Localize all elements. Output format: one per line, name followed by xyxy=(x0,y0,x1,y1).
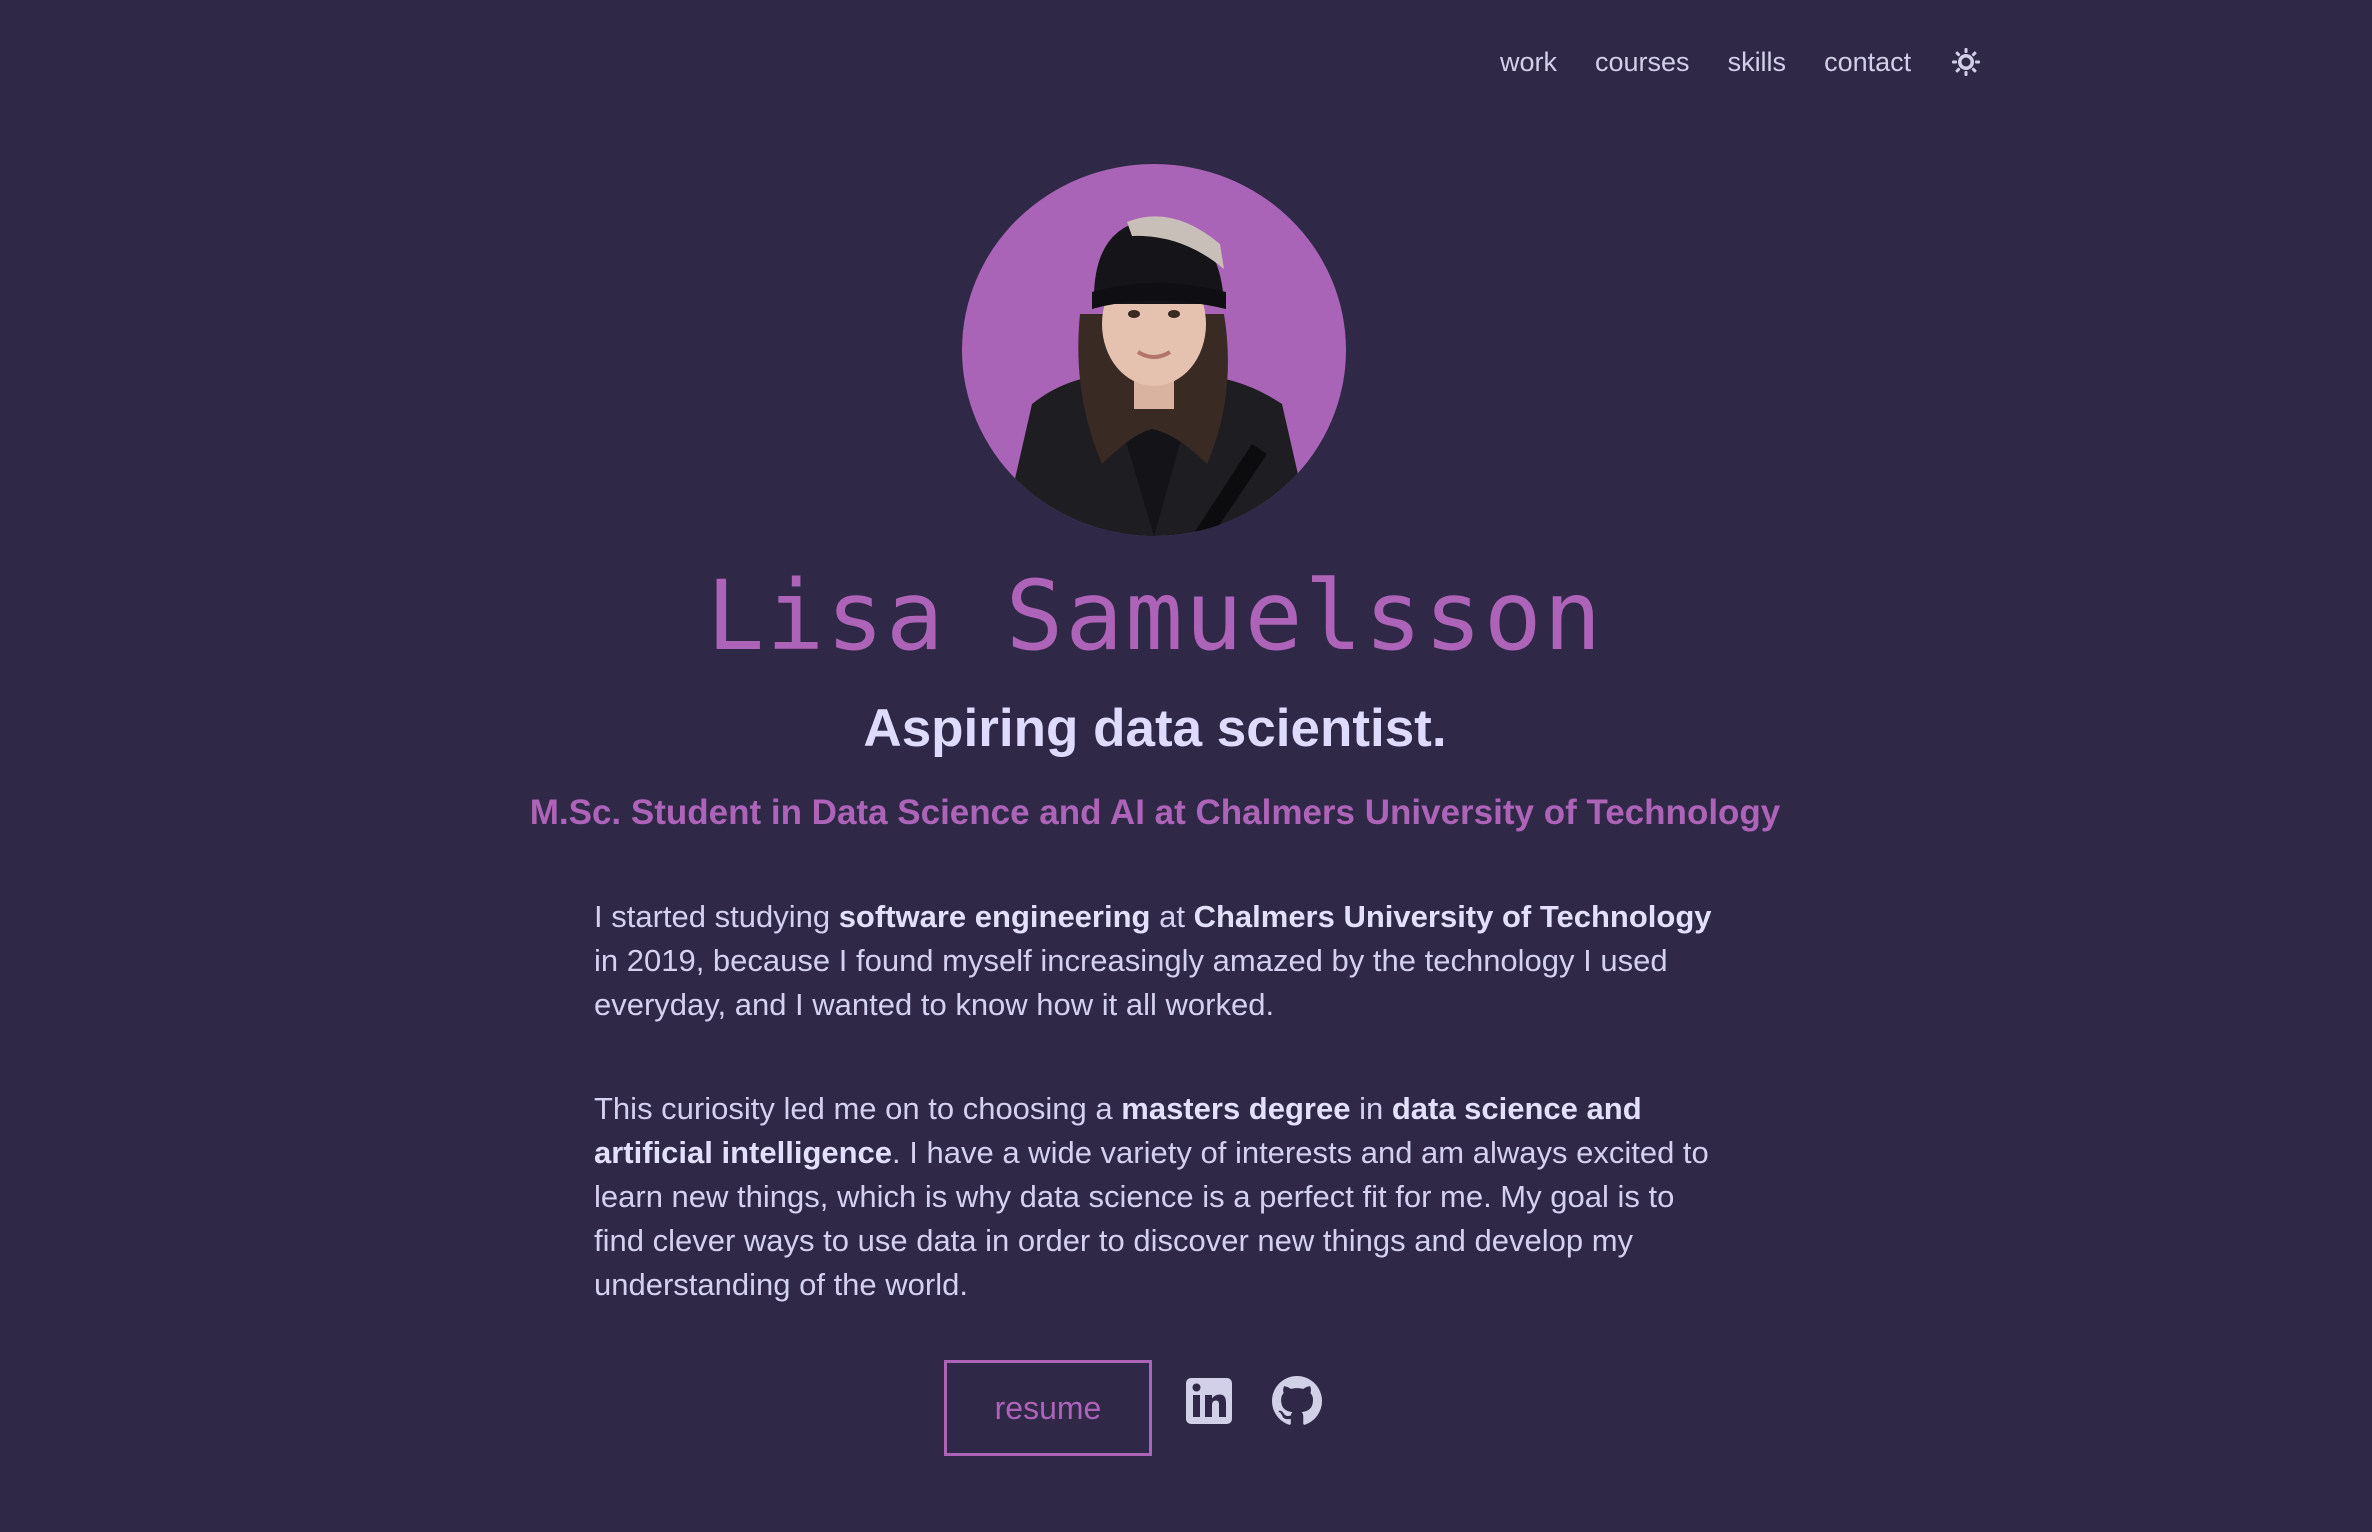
linkedin-icon xyxy=(1186,1378,1232,1424)
linkedin-link[interactable] xyxy=(1184,1376,1234,1426)
github-icon xyxy=(1272,1376,1322,1425)
bio-text: at xyxy=(1150,899,1194,934)
bio-text: I started studying xyxy=(594,899,839,934)
bio-paragraph-2: This curiosity led me on to choosing a m… xyxy=(594,1087,1724,1307)
bio-highlight: masters degree xyxy=(1121,1091,1351,1126)
nav-link-skills[interactable]: skills xyxy=(1728,47,1787,78)
theme-toggle-button[interactable] xyxy=(1949,45,1983,79)
sun-icon xyxy=(1952,48,1981,76)
profile-tagline: Aspiring data scientist. xyxy=(863,699,1447,758)
bio-highlight: Chalmers University of Technology xyxy=(1193,899,1712,934)
bio-paragraph-1: I started studying software engineering … xyxy=(594,895,1724,1027)
nav-link-contact[interactable]: contact xyxy=(1824,47,1911,78)
profile-photo xyxy=(962,164,1346,536)
resume-button[interactable]: resume xyxy=(944,1360,1152,1456)
top-nav: work courses skills contact xyxy=(1500,40,1983,84)
bio-highlight: software engineering xyxy=(838,899,1151,934)
bio-text: This curiosity led me on to choosing a xyxy=(594,1091,1122,1126)
nav-link-work[interactable]: work xyxy=(1500,47,1557,78)
nav-link-courses[interactable]: courses xyxy=(1595,47,1690,78)
bio-text: in xyxy=(1350,1091,1392,1126)
github-link[interactable] xyxy=(1272,1376,1322,1426)
bio-text: in 2019, because I found myself increasi… xyxy=(594,943,1668,1022)
profile-subtitle: M.Sc. Student in Data Science and AI at … xyxy=(529,793,1781,832)
profile-name: Lisa Samuelsson xyxy=(706,560,1604,672)
